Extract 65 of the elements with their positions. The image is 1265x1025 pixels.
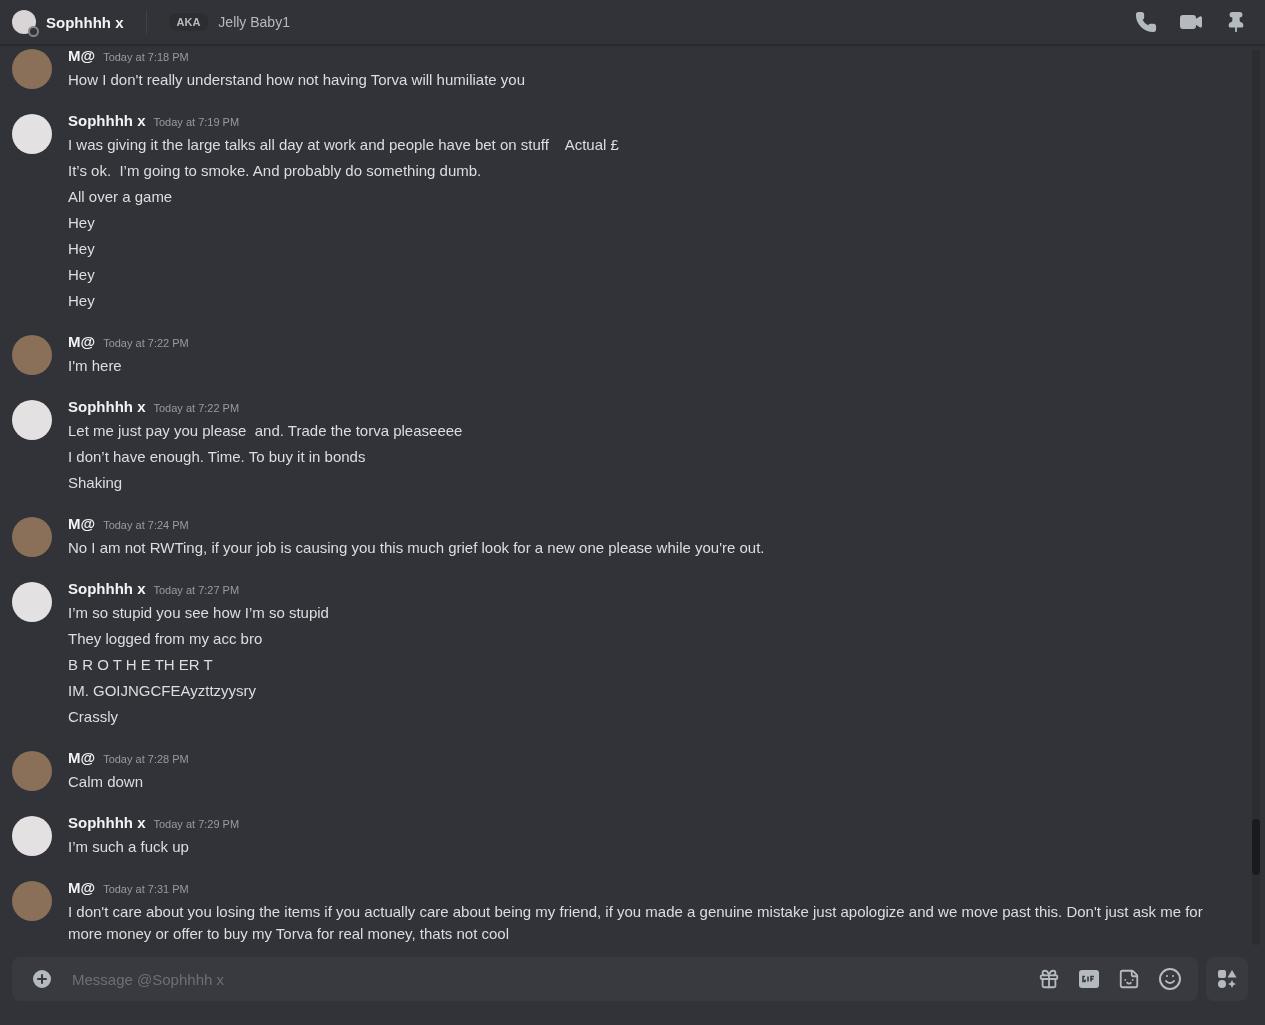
gift-icon: [1038, 968, 1060, 990]
avatar-placeholder: [12, 881, 52, 921]
plus-icon: [30, 967, 54, 991]
message-text: No I am not RWTing, if your job is causing you this much grief look for a new one please while you're out.: [68, 538, 765, 558]
smiley-icon: [1158, 967, 1182, 991]
message-text: B R O T H E TH ER T: [68, 655, 214, 675]
avatar-placeholder: [12, 816, 52, 856]
message-input-field[interactable]: Message @Sophhhh x: [70, 969, 1022, 989]
message-timestamp: Today at 7:22 PM: [153, 402, 240, 414]
aka-badge: AKA: [168, 13, 209, 31]
scrollbar-thumb[interactable]: [1252, 819, 1260, 875]
status-icon: [28, 26, 39, 37]
message-text: I'm here: [68, 356, 123, 376]
author-name[interactable]: M@: [68, 333, 96, 350]
message-text: It’s ok. I’m going to smoke. And probably do something dumb.: [68, 161, 483, 181]
message-composer[interactable]: Message @Sophhhh x: [12, 957, 1198, 1001]
message-text: Let me just pay you please and. Trade the torva pleaseeee: [68, 421, 463, 441]
alias-name: Jelly Baby1: [218, 14, 290, 30]
channel-title: Sophhhh x: [46, 13, 124, 31]
message-text: Crassly: [68, 707, 119, 727]
sticker-icon: [1118, 968, 1140, 990]
message-text: IM. GOIJNGCFEAyzttzyysry: [68, 681, 258, 701]
emoji-button[interactable]: [1156, 967, 1184, 991]
message-text: I don't care about you losing the items if you actually care about being my friend, if you made a genuine mistake just apologize and we move past this. Don't just ask me for more money or offer to buy my Torva for real money, thats not cool: [68, 902, 1204, 944]
message-text: Shaking: [68, 473, 124, 493]
message-text: All over a game: [68, 187, 174, 207]
avatar-placeholder: [12, 49, 52, 89]
author-name[interactable]: M@: [68, 47, 96, 64]
message-text: I’m such a fuck up: [68, 837, 190, 857]
avatar-placeholder: [12, 400, 52, 440]
message-text: I was giving it the large talks all day at work and people have bet on stuff Actual £: [68, 135, 619, 155]
message-timestamp: Today at 7:27 PM: [153, 584, 240, 596]
avatar-placeholder: [12, 517, 52, 557]
phone-icon: [1135, 11, 1157, 33]
apps-icon: [1216, 968, 1238, 990]
message-timestamp: Today at 7:19 PM: [153, 116, 240, 128]
message-text: I’m so stupid you see how I’m so stupid: [68, 603, 329, 623]
author-name[interactable]: Sophhhh x: [68, 814, 146, 831]
message-timestamp: Today at 7:31 PM: [103, 883, 189, 895]
apps-button[interactable]: [1206, 957, 1248, 1001]
author-name[interactable]: M@: [68, 879, 96, 896]
message-text: Hey: [68, 213, 96, 233]
author-name[interactable]: Sophhhh x: [68, 112, 146, 129]
avatar-placeholder: [12, 751, 52, 791]
message-timestamp: Today at 7:29 PM: [153, 818, 240, 830]
message-text: Hey: [68, 265, 96, 285]
author-name[interactable]: Sophhhh x: [68, 580, 146, 597]
gif-icon: [1078, 969, 1100, 989]
avatar-placeholder: [12, 582, 52, 622]
avatar-placeholder: [12, 114, 52, 154]
message-timestamp: Today at 7:24 PM: [103, 519, 189, 531]
message-timestamp: Today at 7:18 PM: [103, 51, 189, 63]
message-text: Hey: [68, 239, 96, 259]
author-name[interactable]: M@: [68, 515, 96, 532]
message-timestamp: Today at 7:28 PM: [103, 753, 189, 765]
message-timestamp: Today at 7:22 PM: [103, 337, 189, 349]
message-text: I don’t have enough. Time. To buy it in bonds: [68, 447, 367, 467]
message-text: How I don't really understand how not having Torva will humiliate you: [68, 70, 525, 90]
message-text: Hey: [68, 291, 96, 311]
gif-button[interactable]: [1076, 969, 1102, 989]
message-text: Calm down: [68, 772, 145, 792]
message-text: They logged from my acc bro: [68, 629, 264, 649]
avatar-placeholder: [12, 335, 52, 375]
author-name[interactable]: M@: [68, 749, 96, 766]
author-name[interactable]: Sophhhh x: [68, 398, 146, 415]
